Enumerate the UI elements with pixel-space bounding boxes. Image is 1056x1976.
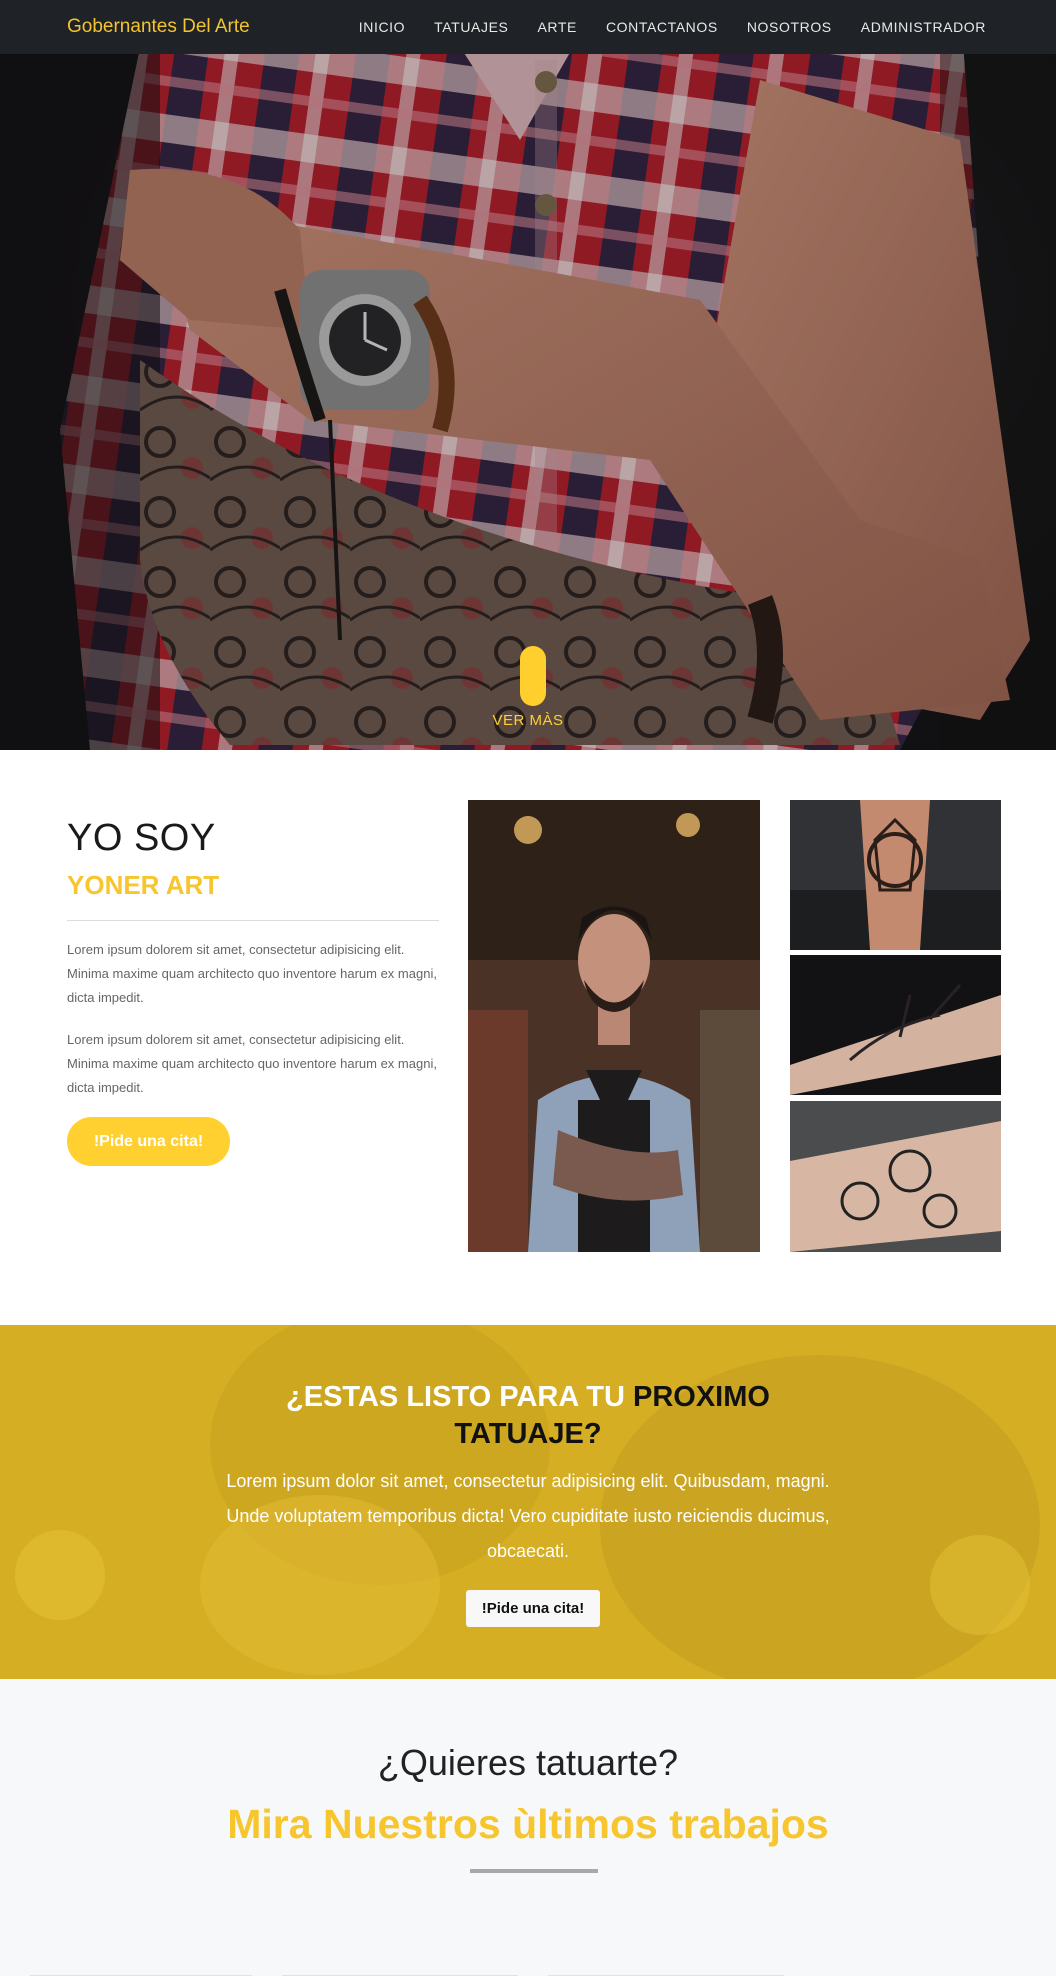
tattoo-thumbnail-1[interactable] <box>790 800 1001 950</box>
nav-item-nosotros[interactable]: NOSOTROS <box>747 19 832 35</box>
cta-appointment-button[interactable]: !Pide una cita! <box>466 1590 600 1627</box>
nav-item-administrador[interactable]: ADMINISTRADOR <box>861 19 986 35</box>
hero-section: VER MÀS <box>0 0 1056 750</box>
works-divider <box>470 1869 598 1873</box>
nav-item-tatuajes[interactable]: TATUAJES <box>434 19 508 35</box>
works-subtitle: ¿Quieres tatuarte? <box>377 1742 679 1783</box>
artist-name: YONER ART <box>67 870 220 900</box>
navbar: Gobernantes Del Arte INICIO TATUAJES ART… <box>0 0 1056 54</box>
tattoo-thumbnail-2[interactable] <box>790 955 1001 1095</box>
cta-title-light: ¿ESTAS LISTO PARA TU <box>286 1381 625 1413</box>
hero-image <box>0 0 1056 750</box>
nav-item-inicio[interactable]: INICIO <box>359 19 405 35</box>
nav-item-contactanos[interactable]: CONTACTANOS <box>606 19 718 35</box>
scroll-down-indicator[interactable] <box>520 646 546 706</box>
artist-portrait-image <box>468 800 760 1252</box>
about-paragraph-2: Lorem ipsum dolorem sit amet, consectetu… <box>67 1032 437 1095</box>
ver-mas-link[interactable]: VER MÀS <box>0 712 1056 729</box>
nav-item-arte[interactable]: ARTE <box>537 19 577 35</box>
works-title: Mira Nuestros ùltimos trabajos <box>227 1801 829 1847</box>
brand-link[interactable]: Gobernantes Del Arte <box>67 16 250 38</box>
cta-title: ¿ESTAS LISTO PARA TU PROXIMO TATUAJE? <box>228 1379 828 1453</box>
works-section: ¿Quieres tatuarte? Mira Nuestros ùltimos… <box>0 1679 1056 1976</box>
cta-text: Lorem ipsum dolor sit amet, consectetur … <box>226 1471 830 1561</box>
nav-menu: INICIO TATUAJES ARTE CONTACTANOS NOSOTRO… <box>359 19 986 35</box>
tattoo-thumbnail-3[interactable] <box>790 1101 1001 1252</box>
appointment-button[interactable]: !Pide una cita! <box>67 1117 230 1166</box>
cta-section: ¿ESTAS LISTO PARA TU PROXIMO TATUAJE? Lo… <box>0 1325 1056 1679</box>
about-title: YO SOY <box>67 817 216 859</box>
about-section: YO SOY YONER ART Lorem ipsum dolorem sit… <box>0 750 1056 1325</box>
about-divider <box>67 920 439 921</box>
about-paragraph-1: Lorem ipsum dolorem sit amet, consectetu… <box>67 942 437 1005</box>
